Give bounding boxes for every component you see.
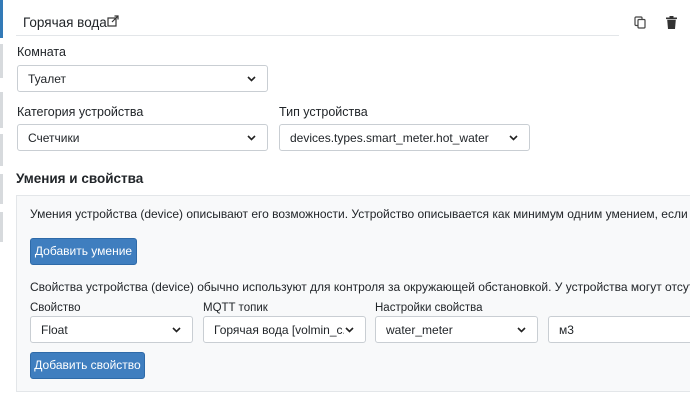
properties-description: Свойства устройства (device) обычно испо… xyxy=(30,280,690,294)
device-title: Горячая вода xyxy=(23,15,107,30)
chevron-down-icon xyxy=(247,76,256,82)
property-settings-value: water_meter xyxy=(386,323,453,337)
rail-tab[interactable] xyxy=(0,212,3,242)
category-label: Категория устройства xyxy=(17,105,144,119)
copy-icon[interactable] xyxy=(634,16,646,29)
device-type-label: Тип устройства xyxy=(279,105,368,119)
add-skill-button[interactable]: Добавить умение xyxy=(30,238,137,265)
chevron-down-icon xyxy=(345,327,354,333)
mqtt-topic-select[interactable]: Горячая вода [volmin_c... xyxy=(203,316,366,343)
rail-tab[interactable] xyxy=(0,92,3,128)
external-edit-icon[interactable] xyxy=(107,15,119,27)
add-property-button[interactable]: Добавить свойство xyxy=(30,352,145,379)
device-type-select[interactable]: devices.types.smart_meter.hot_water xyxy=(279,124,530,151)
trash-icon[interactable] xyxy=(666,16,677,29)
mqtt-topic-value: Горячая вода [volmin_c... xyxy=(214,323,344,337)
device-header: Горячая вода xyxy=(16,8,619,36)
rail-tab[interactable] xyxy=(0,174,3,204)
room-value: Туалет xyxy=(28,72,66,86)
chevron-down-icon xyxy=(517,327,526,333)
skills-section-title: Умения и свойства xyxy=(16,171,144,186)
rail-tab[interactable] xyxy=(0,44,3,78)
property-select[interactable]: Float xyxy=(30,316,193,343)
mqtt-topic-label: MQTT топик xyxy=(203,302,268,314)
left-rail xyxy=(0,0,3,396)
property-value: Float xyxy=(41,323,68,337)
skills-description: Умения устройства (device) описывают его… xyxy=(30,207,690,221)
chevron-down-icon xyxy=(509,135,518,141)
property-settings-label: Настройки свойства xyxy=(375,302,483,314)
category-select[interactable]: Счетчики xyxy=(17,124,268,151)
unit-value: м3 xyxy=(559,323,574,337)
category-value: Счетчики xyxy=(28,131,80,145)
rail-tab-active[interactable] xyxy=(0,0,3,38)
property-label: Свойство xyxy=(30,302,81,314)
room-select[interactable]: Туалет xyxy=(17,65,268,92)
unit-input[interactable]: м3 xyxy=(548,316,690,343)
device-type-value: devices.types.smart_meter.hot_water xyxy=(290,131,489,145)
property-settings-select[interactable]: water_meter xyxy=(375,316,538,343)
chevron-down-icon xyxy=(172,327,181,333)
rail-tab[interactable] xyxy=(0,134,3,166)
chevron-down-icon xyxy=(247,135,256,141)
room-label: Комната xyxy=(17,45,66,59)
